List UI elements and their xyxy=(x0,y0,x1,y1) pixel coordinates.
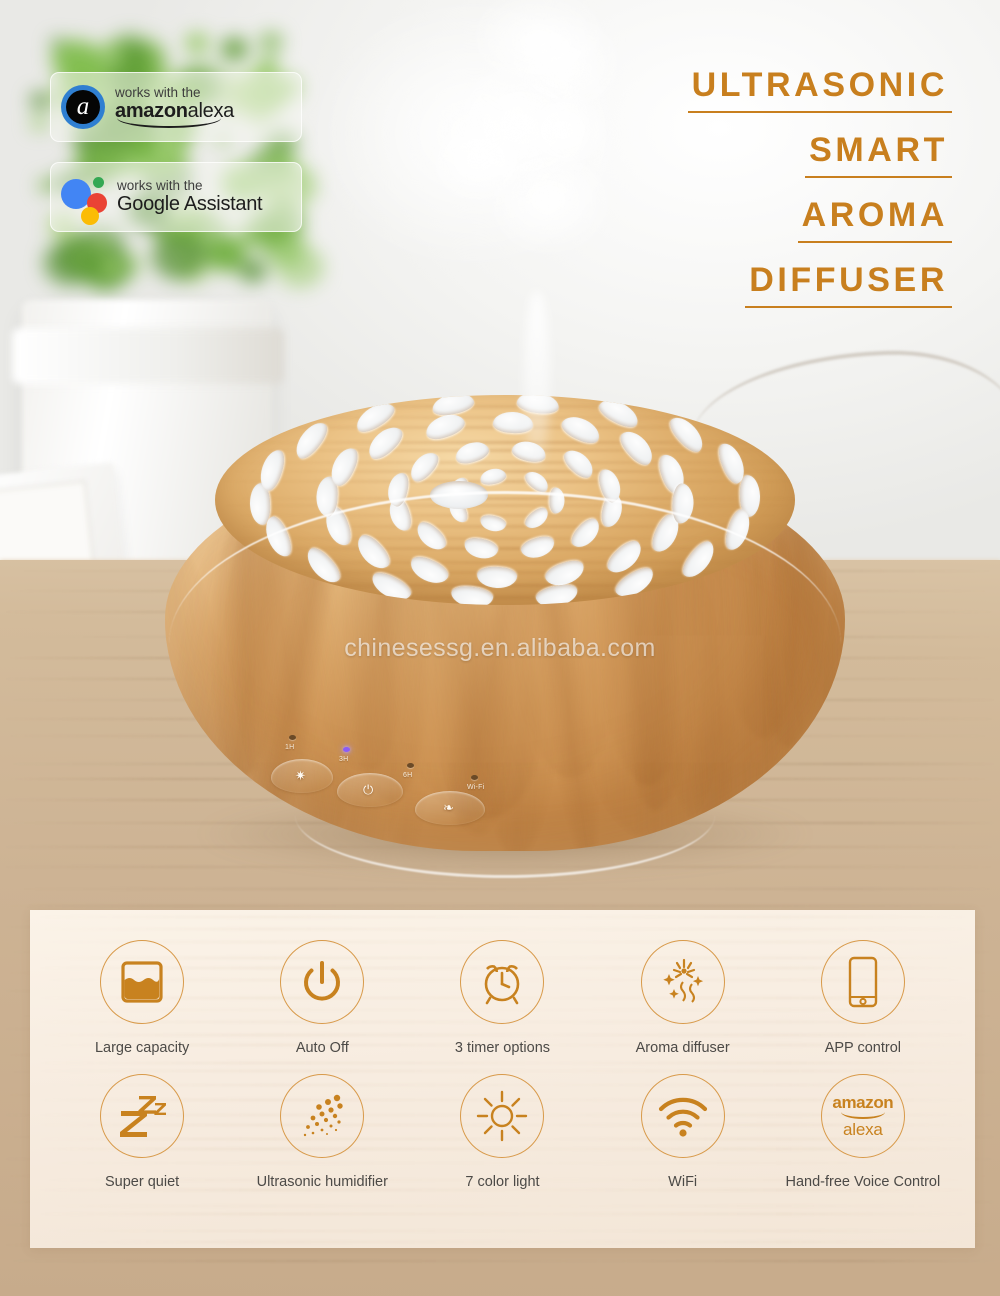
feature-large-capacity: Large capacity xyxy=(53,940,231,1056)
power-button[interactable]: ⏻ xyxy=(337,773,403,807)
alexa-letter-a: a xyxy=(77,94,90,119)
led-6h xyxy=(407,763,414,768)
assistant-wordmark: Assistant xyxy=(184,193,262,215)
headline-line-3: AROMA xyxy=(688,196,952,243)
feature-color-light: 7 color light xyxy=(413,1074,591,1190)
feature-label: 7 color light xyxy=(465,1174,539,1190)
amazon-alexa-wordmark-icon: amazon alexa xyxy=(821,1074,905,1158)
mist-dots-icon xyxy=(280,1074,364,1158)
water-tank-glyph xyxy=(119,957,165,1007)
light-button[interactable]: ✷ xyxy=(271,759,333,793)
feature-label: Hand-free Voice Control xyxy=(785,1174,940,1190)
feature-aroma-diffuser: Aroma diffuser xyxy=(594,940,772,1056)
product-marketing-image: 1H 3H 6H Wi-Fi ✷ ⏻ ❧ chinesessg.en.alibaba.… xyxy=(0,0,1000,1296)
feature-row-1: Large capacity Auto Off 3 timer options … xyxy=(30,910,975,1056)
headline-line-2: SMART xyxy=(688,131,952,178)
feature-label: APP control xyxy=(825,1040,901,1056)
alexa-badge-text: works with the amazonalexa xyxy=(115,86,234,127)
feature-app-control: APP control xyxy=(774,940,952,1056)
headline-line-4: DIFFUSER xyxy=(688,261,952,308)
amazon-smile-icon xyxy=(117,118,221,128)
feature-label: Aroma diffuser xyxy=(636,1040,730,1056)
led-3h xyxy=(343,747,350,752)
compatibility-badges: a works with the amazonalexa works with … xyxy=(50,72,302,252)
headline-text-ultrasonic: ULTRASONIC xyxy=(688,66,952,113)
sleep-zzz-glyph xyxy=(115,1091,169,1141)
headline-text-aroma: AROMA xyxy=(798,196,952,243)
ga-dot-yellow xyxy=(81,207,99,225)
google-badge-top-line: works with the xyxy=(117,179,262,193)
feature-label: WiFi xyxy=(668,1174,697,1190)
mist-dots-glyph xyxy=(295,1091,349,1141)
feature-auto-off: Auto Off xyxy=(233,940,411,1056)
led-label-6h: 6H xyxy=(403,772,412,779)
alexa-badge: a works with the amazonalexa xyxy=(50,72,302,142)
feature-voice-control: amazon alexa Hand-free Voice Control xyxy=(774,1074,952,1190)
feature-label: Super quiet xyxy=(105,1174,179,1190)
watermark-text: chinesessg.en.alibaba.com xyxy=(0,634,1000,663)
google-assistant-badge: works with the Google Assistant xyxy=(50,162,302,232)
feature-label: 3 timer options xyxy=(455,1040,550,1056)
feature-wifi: WiFi xyxy=(594,1074,772,1190)
control-panel: 1H 3H 6H Wi-Fi ✷ ⏻ ❧ xyxy=(265,721,575,831)
led-wi-fi xyxy=(471,775,478,780)
light-button-glyph: ✷ xyxy=(295,769,306,782)
power-icon xyxy=(280,940,364,1024)
feature-label: Ultrasonic humidifier xyxy=(257,1174,388,1190)
headline-line-1: ULTRASONIC xyxy=(688,66,952,113)
alexa-wordmark-amazon: amazon xyxy=(832,1094,893,1111)
feature-timer-options: 3 timer options xyxy=(413,940,591,1056)
plant-pot-rim xyxy=(12,328,284,384)
sun-glyph xyxy=(475,1089,529,1143)
ga-dot-green xyxy=(93,177,104,188)
smartphone-glyph xyxy=(843,955,883,1009)
alarm-clock-icon xyxy=(460,940,544,1024)
sleep-zzz-icon xyxy=(100,1074,184,1158)
power-button-glyph: ⏻ xyxy=(363,783,373,796)
led-label-3h: 3H xyxy=(339,756,348,763)
mist-button[interactable]: ❧ xyxy=(415,791,485,825)
sun-icon xyxy=(460,1074,544,1158)
alexa-icon-inner: a xyxy=(66,90,100,124)
alexa-wordmark-alexa: alexa xyxy=(832,1121,893,1138)
feature-label: Auto Off xyxy=(296,1040,349,1056)
google-assistant-icon xyxy=(61,175,107,219)
led-label-1h: 1H xyxy=(285,744,294,751)
amazon-smile-icon xyxy=(841,1112,885,1119)
alexa-badge-top-line: works with the xyxy=(115,86,234,100)
led-label-wi-fi: Wi-Fi xyxy=(467,784,484,791)
aroma-sparkle-glyph xyxy=(657,956,709,1008)
google-wordmark: Google xyxy=(117,193,180,215)
mist-button-glyph: ❧ xyxy=(443,801,454,814)
feature-panel: Large capacity Auto Off 3 timer options … xyxy=(30,910,975,1248)
headline-block: ULTRASONIC SMART AROMA DIFFUSER xyxy=(688,66,952,326)
wifi-icon xyxy=(641,1074,725,1158)
amazon-alexa-icon: a xyxy=(61,85,105,129)
google-badge-bottom-line: Google Assistant xyxy=(117,194,262,215)
led-1h xyxy=(289,735,296,740)
feature-label: Large capacity xyxy=(95,1040,189,1056)
smartphone-icon xyxy=(821,940,905,1024)
water-tank-icon xyxy=(100,940,184,1024)
power-glyph xyxy=(298,958,346,1006)
feature-ultrasonic-humidifier: Ultrasonic humidifier xyxy=(233,1074,411,1190)
feature-row-2: Super quiet Ultrasonic humidifier 7 colo… xyxy=(30,1056,975,1190)
alarm-clock-glyph xyxy=(476,956,528,1008)
google-badge-text: works with the Google Assistant xyxy=(117,179,262,214)
wifi-glyph xyxy=(656,1094,710,1138)
feature-super-quiet: Super quiet xyxy=(53,1074,231,1190)
headline-text-smart: SMART xyxy=(805,131,952,178)
aroma-sparkle-icon xyxy=(641,940,725,1024)
headline-text-diffuser: DIFFUSER xyxy=(745,261,952,308)
